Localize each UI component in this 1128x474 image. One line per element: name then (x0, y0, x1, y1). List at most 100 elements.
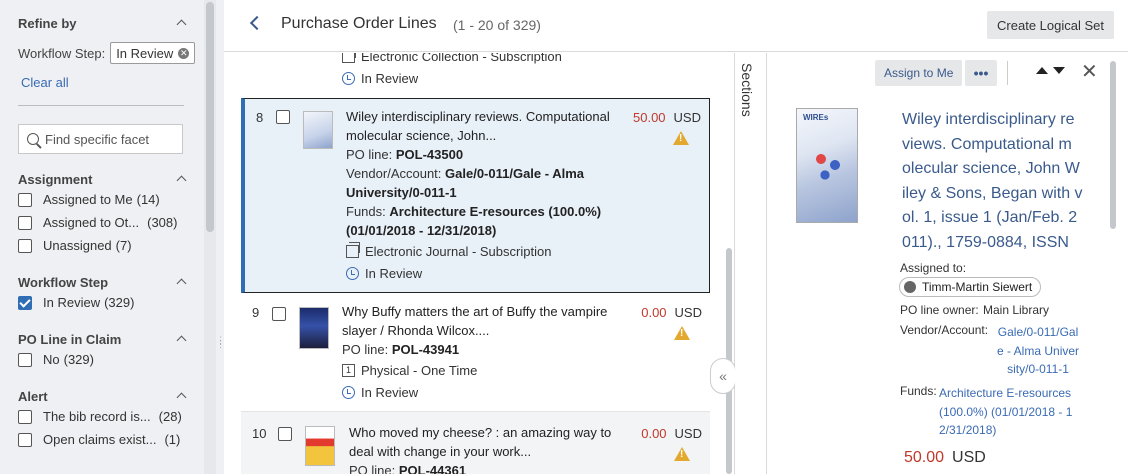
facet-item-in-review[interactable]: In Review (329) (18, 291, 204, 314)
po-line: PO line: POL-43941 (342, 340, 627, 359)
sidebar-divider (18, 105, 184, 106)
list-item[interactable]: 10 Who moved my cheese? : an amazing way… (241, 411, 710, 474)
list-item[interactable]: Electronic Collection - Subscription In … (241, 53, 710, 89)
facet-checkbox[interactable] (18, 192, 32, 207)
row-checkbox[interactable] (278, 427, 292, 441)
funds-label: Funds: (900, 384, 937, 398)
status-line: In Review (342, 381, 627, 403)
chevron-up-icon[interactable] (176, 18, 186, 28)
sidebar-scrollbar[interactable] (204, 0, 216, 474)
price-amount: 50.00 (904, 449, 945, 466)
row-title[interactable]: Why Buffy matters the art of Buffy the v… (342, 302, 627, 340)
facet-group-title: Workflow Step (18, 274, 109, 290)
copies-icon (342, 53, 356, 63)
workflow-filter-value: In Review (116, 45, 174, 61)
row-body: Why Buffy matters the art of Buffy the v… (342, 302, 627, 403)
chevron-up-icon[interactable] (176, 277, 186, 287)
details-panel: Assign to Me ••• ✕ WIREs Wiley interdisc… (768, 53, 1118, 474)
type-line: Electronic Journal - Subscription (346, 240, 631, 262)
facet-item-label: Assigned to Ot... (43, 215, 140, 230)
title-line: Wiley interdisciplinary re (902, 111, 1075, 128)
facet-checkbox[interactable] (18, 432, 32, 447)
resize-grip-icon[interactable]: ⋮ ⋮ (216, 336, 225, 366)
po-number: POL-43500 (395, 147, 464, 162)
scrollbar-thumb[interactable] (1110, 61, 1116, 229)
facet-search-placeholder: Find specific facet (45, 131, 150, 147)
warning-icon[interactable] (674, 447, 690, 461)
remove-filter-icon[interactable]: ✕ (178, 47, 190, 59)
facet-search-input[interactable]: Find specific facet (18, 124, 183, 154)
search-icon (27, 133, 39, 145)
workflow-filter-chip[interactable]: In Review ✕ (110, 42, 196, 64)
vendor-link[interactable]: Gale/0-011/Gal e - Alma Univer sity/0-01… (997, 323, 1079, 379)
list-scrollbar[interactable] (724, 53, 734, 474)
list-item[interactable]: 9 Why Buffy matters the art of Buffy the… (241, 301, 710, 401)
copies-icon (346, 241, 360, 258)
warning-icon[interactable] (673, 131, 689, 145)
facet-item-count: (1) (164, 432, 181, 447)
sections-tab[interactable]: Sections (735, 53, 767, 474)
owner-label: PO line owner: (900, 303, 979, 317)
clock-icon (342, 71, 355, 85)
facet-checkbox-checked[interactable] (18, 295, 32, 310)
row-title[interactable]: Who moved my cheese? : an amazing way to… (349, 423, 634, 461)
vendor-line: e - Alma Univer (997, 343, 1080, 358)
clock-icon (342, 385, 355, 399)
details-scrollbar[interactable] (1108, 53, 1118, 474)
collapse-panel-icon[interactable]: « (710, 358, 736, 394)
vendor-line: sity/0-011-1 (1007, 362, 1069, 376)
refine-header[interactable]: Refine by (18, 10, 186, 36)
title-line: 011)., 1759-0884, ISSN (902, 233, 1069, 251)
more-actions-button[interactable]: ••• (965, 60, 997, 86)
facet-checkbox[interactable] (18, 352, 32, 367)
facet-group-header[interactable]: Alert (18, 387, 186, 405)
price-amount: 0.00 (641, 426, 667, 441)
create-logical-set-button[interactable]: Create Logical Set (987, 11, 1114, 39)
facet-item-assigned-to-others[interactable]: Assigned to Ot... (308) (18, 211, 204, 234)
facet-item-label: In Review (43, 295, 101, 310)
facet-item-label: The bib record is... (43, 409, 151, 424)
facet-group-header[interactable]: Assignment (18, 170, 186, 188)
scrollbar-thumb[interactable] (206, 2, 214, 232)
facet-item-unassigned[interactable]: Unassigned (7) (18, 234, 204, 257)
facet-item-bib-record[interactable]: The bib record is... (28) (18, 405, 204, 428)
vendor-label: Vendor/Account: (346, 166, 442, 181)
workflow-filter-label: Workflow Step: (18, 45, 106, 61)
assign-to-me-button[interactable]: Assign to Me (875, 60, 963, 86)
facet-group-title: Assignment (18, 171, 93, 187)
warning-icon[interactable] (674, 326, 690, 340)
assigned-user-chip[interactable]: Timm-Martin Siewert (899, 277, 1042, 297)
previous-record-icon[interactable] (1036, 67, 1048, 74)
facet-checkbox[interactable] (18, 238, 32, 253)
close-icon[interactable]: ✕ (1081, 59, 1098, 84)
facet-item-no[interactable]: No (329) (18, 348, 204, 371)
price-currency: USD (674, 305, 702, 320)
row-number: 10 (252, 426, 267, 441)
details-title[interactable]: Wiley interdisciplinary re views. Comput… (902, 108, 1092, 255)
clear-all-link[interactable]: Clear all (21, 75, 204, 91)
list-item-selected[interactable]: 8 Wiley interdisciplinary reviews. Compu… (241, 98, 710, 293)
facet-item-assigned-to-me[interactable]: Assigned to Me (14) (18, 188, 204, 211)
facet-checkbox[interactable] (18, 215, 32, 230)
row-checkbox[interactable] (276, 110, 290, 124)
facet-item-count: (329) (63, 352, 94, 367)
chevron-up-icon[interactable] (176, 391, 186, 401)
back-arrow-icon[interactable] (249, 15, 265, 31)
next-record-icon[interactable] (1053, 67, 1065, 74)
funds-link[interactable]: Architecture E-resources (100.0%) (01/01… (939, 384, 1072, 440)
facet-item-open-claims[interactable]: Open claims exist... (1) (18, 428, 204, 451)
funds-line: 2/31/2018) (939, 423, 997, 437)
row-type: Physical - One Time (361, 362, 478, 378)
facet-group-header[interactable]: Workflow Step (18, 273, 186, 291)
facet-group-workflow-step: Workflow Step In Review (329) (18, 273, 204, 314)
facet-checkbox[interactable] (18, 409, 32, 424)
price-currency: USD (952, 449, 986, 466)
assigned-label: Assigned to: (900, 261, 967, 275)
po-label: PO line: (349, 463, 396, 474)
chevron-up-icon[interactable] (176, 334, 186, 344)
facet-group-header[interactable]: PO Line in Claim (18, 330, 186, 348)
row-checkbox[interactable] (272, 307, 286, 321)
row-title[interactable]: Wiley interdisciplinary reviews. Computa… (346, 107, 631, 145)
chevron-up-icon[interactable] (176, 174, 186, 184)
po-number: POL-43941 (391, 342, 460, 357)
